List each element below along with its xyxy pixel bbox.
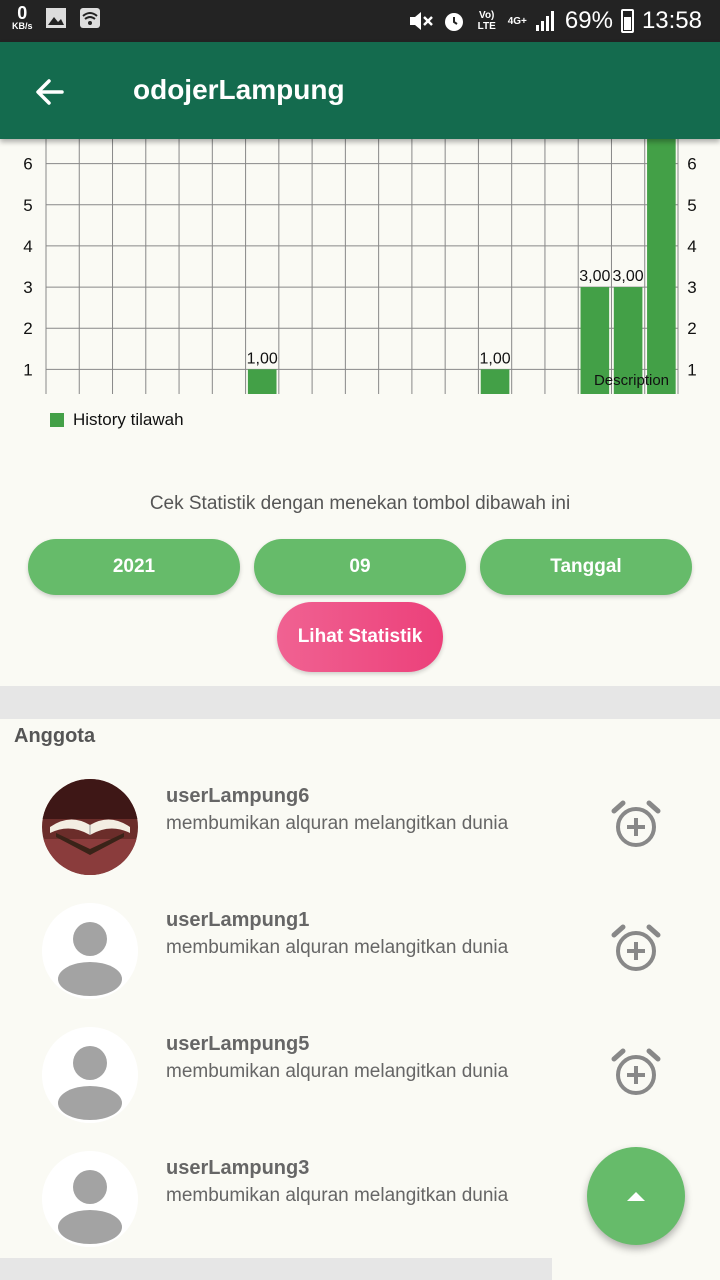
member-tagline: membumikan alquran melangitkan dunia <box>166 1061 509 1082</box>
wifi-icon <box>79 7 100 28</box>
member-tagline: membumikan alquran melangitkan dunia <box>166 813 509 834</box>
person-icon <box>42 903 138 999</box>
alarm-clock-icon <box>444 13 463 31</box>
history-chart: 1 1 2 2 3 3 4 4 5 5 6 6 1,00 1,00 3,00 3,00 Description <box>23 139 697 394</box>
y-tick-right: 1 <box>687 360 696 379</box>
member-name: userLampung3 <box>166 1157 310 1179</box>
year-button[interactable]: 2021 <box>28 539 240 595</box>
month-button[interactable]: 09 <box>254 539 466 595</box>
bottom-divider <box>0 1258 552 1280</box>
y-tick-left: 4 <box>23 237 32 256</box>
person-icon <box>42 1151 138 1247</box>
chart-legend: History tilawah <box>50 410 184 430</box>
avatar <box>42 1151 138 1247</box>
y-tick-left: 3 <box>23 278 32 297</box>
member-name: userLampung1 <box>166 909 310 931</box>
statistics-hint: Cek Statistik dengan menekan tombol diba… <box>149 493 571 514</box>
chart-bar <box>247 369 277 394</box>
y-tick-right: 6 <box>687 155 696 174</box>
scroll-top-button[interactable] <box>587 1147 685 1245</box>
bar-value-label: 1,00 <box>479 350 510 367</box>
alarm-add-icon[interactable] <box>610 1047 662 1099</box>
y-tick-left: 6 <box>23 155 32 174</box>
app-bar: odojerLampung <box>0 42 720 139</box>
mute-icon <box>409 12 433 30</box>
legend-swatch <box>50 413 64 427</box>
signal-icon <box>535 11 554 31</box>
member-tagline: membumikan alquran melangitkan dunia <box>166 1185 509 1206</box>
y-tick-right: 3 <box>687 278 696 297</box>
chart-bar <box>647 139 676 394</box>
battery-icon <box>620 9 634 33</box>
page-title: odojerLampung <box>133 74 345 105</box>
4g-label: 4G+ <box>507 15 527 27</box>
speed-value: 0 <box>17 3 28 23</box>
member-row[interactable]: userLampung6 membumikan alquran melangit… <box>0 779 720 903</box>
chart-description: Description <box>594 372 669 389</box>
member-name: userLampung6 <box>166 785 310 807</box>
avatar <box>42 1027 138 1123</box>
legend-label: History tilawah <box>73 410 184 429</box>
view-statistics-button[interactable]: Lihat Statistik <box>277 602 443 672</box>
alarm-add-icon[interactable] <box>610 799 662 851</box>
section-divider <box>0 686 720 719</box>
member-tagline: membumikan alquran melangitkan dunia <box>166 937 509 958</box>
y-tick-right: 2 <box>687 319 696 338</box>
status-bar: 0 KB/s Vo) LTE 4G+ 69% 13:58 <box>0 0 720 42</box>
member-name: userLampung5 <box>166 1033 310 1055</box>
speed-unit: KB/s <box>12 21 33 31</box>
arrow-up-icon <box>627 1192 645 1201</box>
arrow-back-icon[interactable] <box>30 72 70 112</box>
member-row[interactable]: userLampung1 membumikan alquran melangit… <box>0 903 720 1027</box>
quran-photo-icon <box>42 779 138 875</box>
gallery-icon <box>45 7 66 28</box>
avatar <box>42 779 138 875</box>
member-row[interactable]: userLampung5 membumikan alquran melangit… <box>0 1027 720 1151</box>
network-speed: 0 KB/s <box>12 4 33 31</box>
y-tick-right: 4 <box>687 237 696 256</box>
alarm-add-icon[interactable] <box>610 923 662 975</box>
chart-bar <box>480 369 510 394</box>
battery-percent: 69% <box>564 7 613 34</box>
bar-value-label: 3,00 <box>579 268 610 285</box>
bar-value-label: 1,00 <box>247 350 278 367</box>
volte-label: Vo) LTE <box>477 10 496 32</box>
clock: 13:58 <box>641 7 702 34</box>
y-tick-left: 1 <box>23 360 32 379</box>
y-tick-left: 5 <box>23 196 32 215</box>
y-tick-left: 2 <box>23 319 32 338</box>
day-button[interactable]: Tanggal <box>480 539 692 595</box>
person-icon <box>42 1027 138 1123</box>
avatar <box>42 903 138 999</box>
bar-value-label: 3,00 <box>613 268 644 285</box>
members-title: Anggota <box>14 725 96 747</box>
y-tick-right: 5 <box>687 196 696 215</box>
